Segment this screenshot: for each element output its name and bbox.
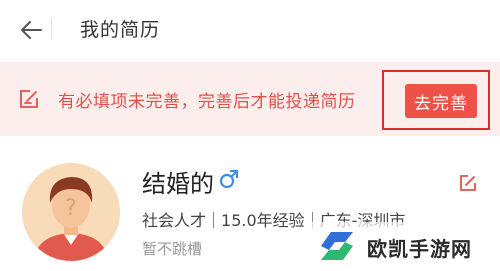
edit-icon[interactable]	[457, 172, 479, 194]
job-status: 暂不跳槽	[142, 240, 203, 258]
avatar[interactable]: ?	[22, 163, 120, 261]
incomplete-notice-bar: 有必填项未完善，完善后才能投递简历 去完善	[0, 62, 500, 136]
page-title: 我的简历	[80, 19, 161, 41]
watermark-logo	[321, 232, 353, 260]
app-header: 我的简历	[0, 0, 500, 58]
arrow-left-icon	[21, 21, 42, 39]
header-divider	[51, 18, 52, 40]
complete-resume-button[interactable]: 去完善	[405, 84, 477, 118]
edit-square-icon	[20, 90, 38, 108]
meta-experience: 15.0年经验	[221, 211, 305, 230]
user-name: 结婚的	[142, 170, 214, 198]
svg-text:?: ?	[65, 196, 77, 221]
watermark: 欧凯手游网	[305, 222, 500, 271]
back-button[interactable]	[14, 14, 48, 46]
watermark-text: 欧凯手游网	[367, 237, 472, 261]
meta-separator	[213, 212, 215, 228]
male-icon	[219, 169, 239, 189]
avatar-illustration: ?	[22, 163, 120, 261]
meta-identity: 社会人才	[142, 211, 207, 230]
notice-text: 有必填项未完善，完善后才能投递简历	[58, 92, 356, 112]
